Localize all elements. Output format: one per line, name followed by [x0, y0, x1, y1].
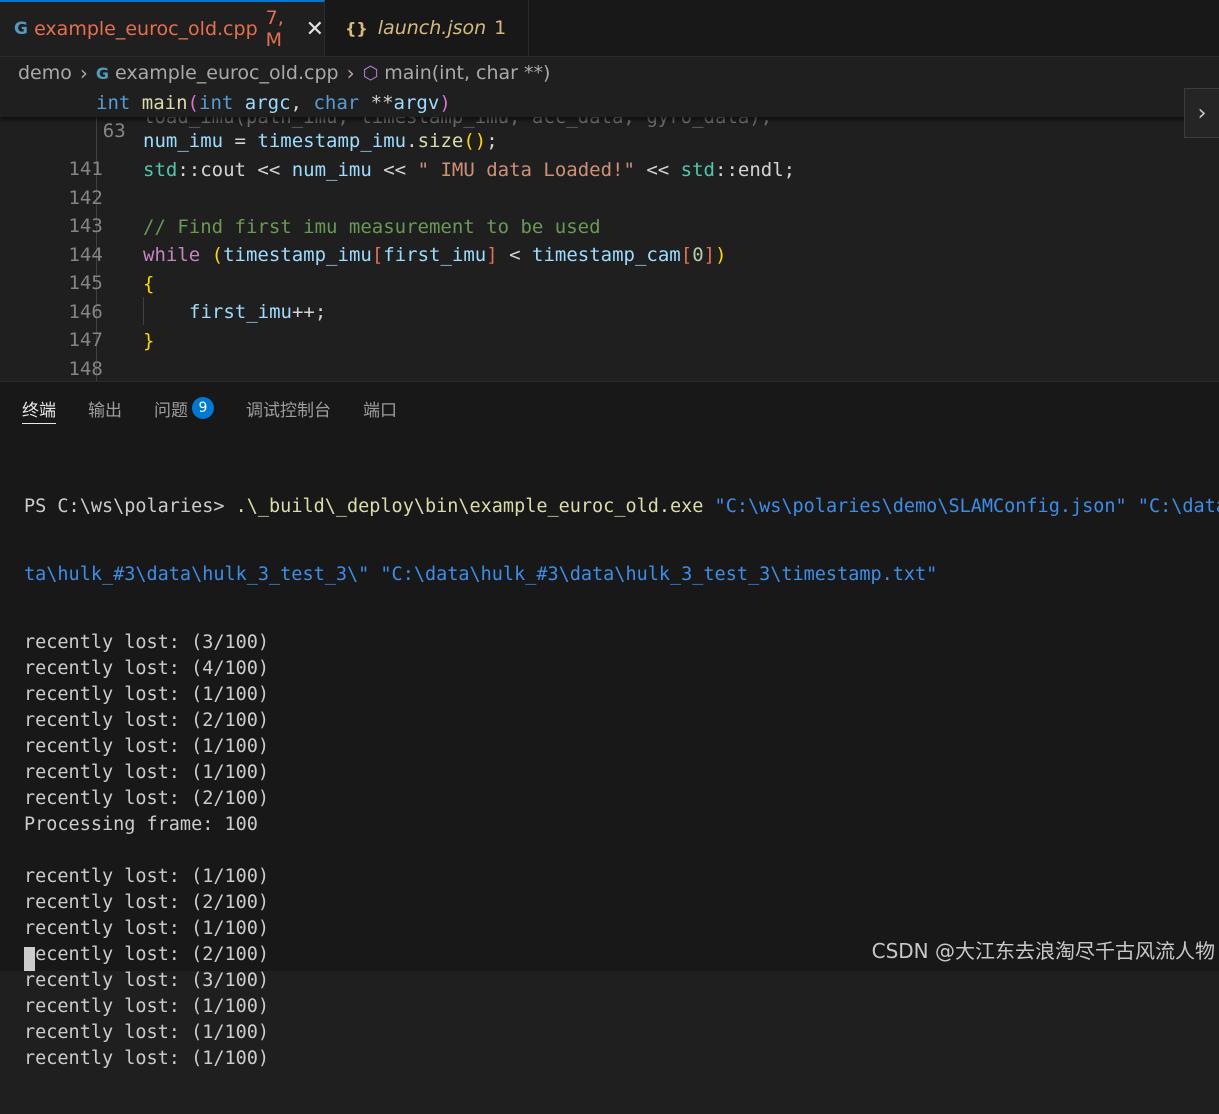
chevron-right-icon[interactable]: › — [1184, 88, 1219, 138]
code-line-149: 149 — [0, 355, 103, 381]
close-icon[interactable]: ✕ — [306, 17, 324, 42]
terminal-line: Processing frame: 100 — [24, 814, 258, 835]
breadcrumb-symbol[interactable]: main(int, char **) — [384, 62, 550, 84]
code-line-147: 147 first_imu++; — [68, 301, 327, 351]
terminal-line: recently lost: (2/100) — [24, 710, 270, 731]
method-cube-icon: ⬡ — [362, 62, 379, 84]
terminal-line: recently lost: (1/100) — [24, 996, 270, 1017]
terminal-output-lines: recently lost: (3/100) recently lost: (4/… — [24, 630, 1219, 1072]
terminal-line: recently lost: (1/100) — [24, 684, 270, 705]
code-line-148: 148 } — [68, 330, 155, 380]
tab-launch-json[interactable]: {} launch.json 1 — [325, 0, 529, 56]
terminal-line: recently lost: (3/100) — [24, 970, 270, 991]
terminal-line: recently lost: (3/100) — [24, 632, 270, 653]
breadcrumb-folder[interactable]: demo — [18, 62, 72, 84]
json-file-icon: {} — [345, 18, 368, 38]
code-line-145: 145 while (timestamp_imu[first_imu] < ti… — [68, 244, 727, 294]
terminal-command-continuation: ta\hulk_#3\data\hulk_3_test_3\" "C:\data… — [24, 564, 938, 585]
tab-debug-console[interactable]: 调试控制台 — [246, 382, 331, 434]
editor-tab-bar: G example_euroc_old.cpp 7, M ✕ {} launch… — [0, 0, 1219, 57]
terminal-cursor — [24, 947, 35, 971]
watermark: CSDN @大江东去浪淘尽千古风流人物 — [871, 939, 1215, 963]
tab-status: 1 — [494, 17, 507, 39]
cpp-file-icon: G — [14, 19, 29, 39]
tab-label: launch.json — [377, 17, 487, 39]
tab-status: 7, M — [265, 7, 284, 51]
tab-output[interactable]: 输出 — [88, 382, 122, 434]
code-editor[interactable]: load_imu(path_imu, timestamp_imu, acc_da… — [0, 89, 1219, 381]
terminal-line: recently lost: (1/100) — [24, 736, 270, 757]
terminal-line: recently lost: (2/100) — [24, 788, 270, 809]
sticky-signature: int main(int argc, char **argv) — [96, 92, 451, 114]
sticky-scroll-header[interactable]: 63 int main(int argc, char **argv) — [0, 89, 1219, 142]
tab-label: example_euroc_old.cpp — [34, 18, 258, 40]
chevron-right-icon: › — [79, 61, 88, 85]
terminal-line: recently lost: (1/100) — [24, 762, 270, 783]
tab-problems[interactable]: 问题 9 — [154, 382, 214, 434]
terminal-line: recently lost: (1/100) — [24, 866, 270, 887]
breadcrumb-file[interactable]: example_euroc_old.cpp — [115, 62, 339, 84]
terminal-command-line: PS C:\ws\polaries> .\_build\_deploy\bin\… — [24, 496, 1219, 517]
code-line-146: 146 { — [68, 273, 155, 323]
terminal-output[interactable]: PS C:\ws\polaries> .\_build\_deploy\bin\… — [24, 452, 1219, 1114]
terminal-line: recently lost: (4/100) — [24, 658, 270, 679]
code-line-144: 144 // Find first imu measurement to be … — [68, 216, 601, 266]
tab-terminal[interactable]: 终端 — [22, 382, 56, 434]
indent-guide — [143, 297, 144, 325]
chevron-right-icon: › — [346, 61, 355, 85]
terminal-line: recently lost: (1/100) — [24, 1048, 270, 1069]
terminal-line: recently lost: (2/100) — [24, 892, 270, 913]
panel-tab-bar: 终端 输出 问题 9 调试控制台 端口 — [0, 382, 407, 434]
breadcrumb: demo › G example_euroc_old.cpp › ⬡ main(… — [0, 57, 550, 89]
problems-count-badge: 9 — [192, 397, 214, 419]
bottom-panel: 终端 输出 问题 9 调试控制台 端口 PS C:\ws\polaries> .\… — [0, 381, 1219, 1069]
tab-ports[interactable]: 端口 — [363, 382, 397, 434]
terminal-line: recently lost: (1/100) — [24, 1022, 270, 1043]
cpp-file-icon: G — [95, 63, 110, 83]
tab-example-euroc-old-cpp[interactable]: G example_euroc_old.cpp 7, M ✕ — [0, 0, 325, 56]
line-number: 63 — [102, 120, 126, 142]
